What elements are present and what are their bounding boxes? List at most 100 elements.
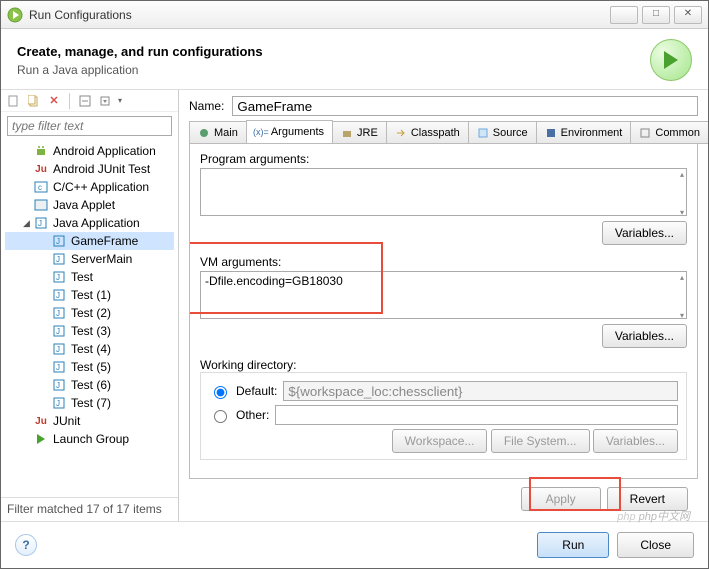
- java-icon: J: [51, 395, 67, 411]
- tree-item[interactable]: J Test (2): [5, 304, 174, 322]
- run-button[interactable]: Run: [537, 532, 609, 558]
- tree-item[interactable]: Launch Group: [5, 430, 174, 448]
- tab-label: Common: [655, 127, 700, 139]
- workspace-button[interactable]: Workspace...: [392, 429, 488, 453]
- tree-item[interactable]: JTest (5): [5, 358, 174, 376]
- tab-icon: [395, 127, 407, 139]
- maximize-button[interactable]: □: [642, 6, 670, 24]
- help-button[interactable]: ?: [15, 534, 37, 556]
- titlebar[interactable]: Run Configurations □ ✕: [1, 1, 708, 29]
- scroll-up-icon[interactable]: ▴: [680, 273, 684, 282]
- run-hero-icon: [650, 39, 692, 81]
- tree-item[interactable]: J ServerMain: [5, 250, 174, 268]
- tree-item-label: Test (2): [71, 306, 111, 320]
- tree-item-label: C/C++ Application: [53, 180, 149, 194]
- scroll-down-icon[interactable]: ▾: [680, 311, 684, 320]
- svg-text:J: J: [56, 381, 60, 390]
- tab-bar: Main(x)=ArgumentsJREClasspath Source Envir…: [189, 120, 708, 144]
- program-args-label: Program arguments:: [200, 152, 687, 166]
- other-dir-field[interactable]: [275, 405, 678, 425]
- default-radio[interactable]: [214, 386, 227, 399]
- svg-text:J: J: [56, 327, 60, 336]
- apply-button[interactable]: Apply: [521, 487, 601, 511]
- tab-jre[interactable]: JRE: [332, 121, 387, 143]
- tree-item[interactable]: Android Application: [5, 142, 174, 160]
- expand-icon[interactable]: [98, 94, 112, 108]
- tab-environment[interactable]: Environment: [536, 121, 632, 143]
- tree-item-label: JUnit: [53, 414, 80, 428]
- toolbar-dropdown-icon[interactable]: ▾: [118, 96, 122, 105]
- minimize-button[interactable]: [610, 6, 638, 24]
- tab-label: Source: [493, 127, 528, 139]
- java-icon: J: [51, 233, 67, 249]
- vm-args-textarea[interactable]: -Dfile.encoding=GB18030: [200, 271, 687, 319]
- tab-icon: [545, 127, 557, 139]
- collapse-all-icon[interactable]: [78, 94, 92, 108]
- java-icon: J: [51, 377, 67, 393]
- svg-text:J: J: [56, 291, 60, 300]
- program-variables-button[interactable]: Variables...: [602, 221, 687, 245]
- program-args-textarea[interactable]: [200, 168, 687, 216]
- new-config-icon[interactable]: [7, 94, 21, 108]
- scroll-up-icon[interactable]: ▴: [680, 170, 684, 179]
- tab-arguments[interactable]: (x)=Arguments: [246, 120, 333, 143]
- tab-icon: [477, 127, 489, 139]
- tab-classpath[interactable]: Classpath: [386, 121, 469, 143]
- tree-item[interactable]: J Test (3): [5, 322, 174, 340]
- tree-item[interactable]: Java Applet: [5, 196, 174, 214]
- tree-item[interactable]: Ju Android JUnit Test: [5, 160, 174, 178]
- body: ✕ ▾ Android ApplicationJuAndroid JUnit T…: [1, 89, 708, 521]
- tree-item-label: Test: [71, 270, 93, 284]
- name-label: Name:: [189, 99, 224, 113]
- junit-icon: Ju: [33, 413, 49, 429]
- tree-item[interactable]: JTest (7): [5, 394, 174, 412]
- tree-item-label: Test (3): [71, 324, 111, 338]
- close-dialog-button[interactable]: Close: [617, 532, 694, 558]
- delete-config-icon[interactable]: ✕: [47, 94, 61, 108]
- svg-text:J: J: [56, 255, 60, 264]
- tree-item[interactable]: J Test: [5, 268, 174, 286]
- tree-item-label: ServerMain: [71, 252, 132, 266]
- watermark-text: php php中文网: [617, 508, 690, 524]
- tree-item-label: Test (1): [71, 288, 111, 302]
- scroll-down-icon[interactable]: ▾: [680, 208, 684, 217]
- filesystem-button[interactable]: File System...: [491, 429, 590, 453]
- tree-toolbar: ✕ ▾: [1, 90, 178, 112]
- config-tree[interactable]: Android ApplicationJuAndroid JUnit Testc…: [1, 140, 178, 497]
- junit-icon: Ju: [33, 161, 49, 177]
- other-radio-label: Other:: [236, 408, 269, 422]
- wd-variables-button[interactable]: Variables...: [593, 429, 678, 453]
- close-button[interactable]: ✕: [674, 6, 702, 24]
- c-icon: c: [33, 179, 49, 195]
- name-input[interactable]: [232, 96, 698, 116]
- tree-item[interactable]: J Test (1): [5, 286, 174, 304]
- launch-icon: [33, 431, 49, 447]
- java-icon: J: [51, 305, 67, 321]
- tree-item[interactable]: Ju JUnit: [5, 412, 174, 430]
- java-icon: J: [51, 269, 67, 285]
- other-radio[interactable]: [214, 410, 227, 423]
- tab-source[interactable]: Source: [468, 121, 537, 143]
- default-radio-label: Default:: [236, 384, 277, 398]
- expander-icon[interactable]: ◢: [23, 218, 33, 229]
- header: Create, manage, and run configurations R…: [1, 29, 708, 89]
- tree-item[interactable]: JGameFrame: [5, 232, 174, 250]
- left-panel: ✕ ▾ Android ApplicationJuAndroid JUnit T…: [1, 90, 179, 521]
- tree-item[interactable]: JTest (6): [5, 376, 174, 394]
- tree-item[interactable]: JTest (4): [5, 340, 174, 358]
- java-icon: J: [51, 251, 67, 267]
- duplicate-config-icon[interactable]: [27, 94, 41, 108]
- window-title: Run Configurations: [29, 8, 606, 22]
- tab-main[interactable]: Main: [189, 121, 247, 143]
- java-icon: J: [33, 215, 49, 231]
- tab-icon: [639, 127, 651, 139]
- tree-item-label: Android JUnit Test: [53, 162, 150, 176]
- tree-item[interactable]: ◢J Java Application: [5, 214, 174, 232]
- tree-item-label: Java Application: [53, 216, 140, 230]
- filter-input[interactable]: [7, 116, 172, 136]
- working-dir-label: Working directory:: [200, 358, 296, 372]
- tree-item[interactable]: c C/C++ Application: [5, 178, 174, 196]
- tab-common[interactable]: Common: [630, 121, 708, 143]
- vm-variables-button[interactable]: Variables...: [602, 324, 687, 348]
- svg-text:J: J: [56, 399, 60, 408]
